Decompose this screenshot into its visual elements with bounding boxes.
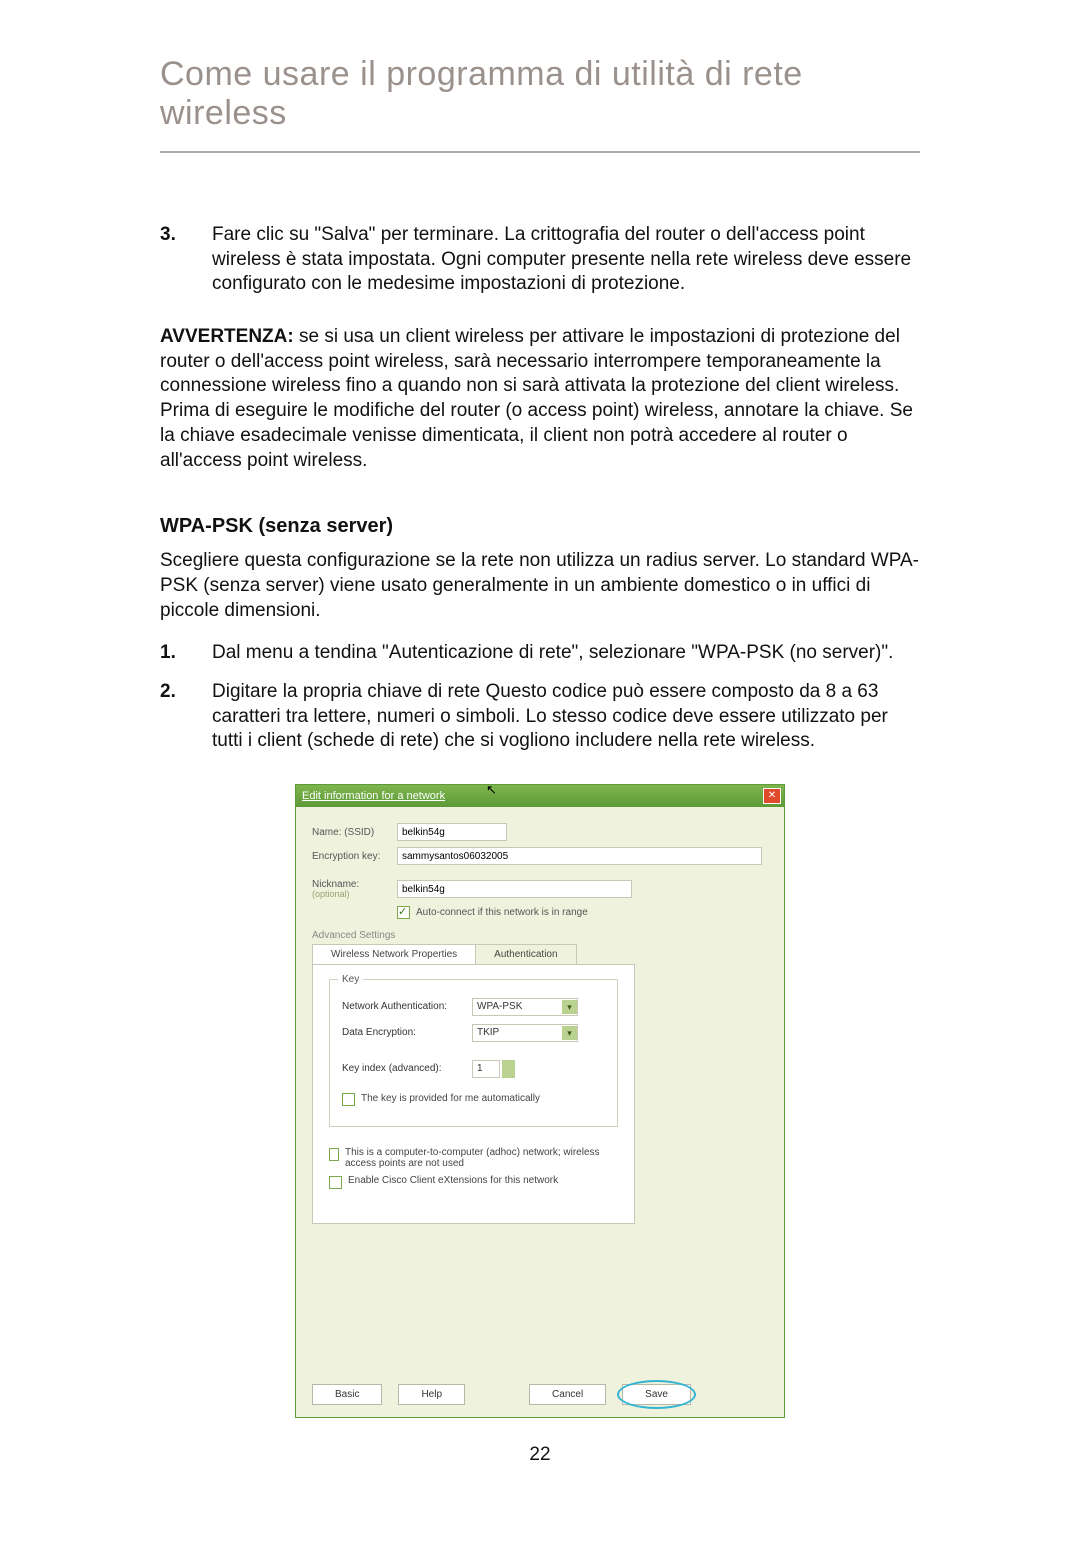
close-button[interactable]: ✕ [763,788,781,804]
cancel-button[interactable]: Cancel [529,1384,606,1405]
network-auth-label: Network Authentication: [342,1000,472,1013]
key-auto-label: The key is provided for me automatically [361,1092,540,1105]
dialog-title: Edit information for a network [302,789,445,803]
wpa-step-1-text: Dal menu a tendina "Autenticazione di re… [212,641,920,666]
nickname-input[interactable]: belkin54g [397,880,632,898]
auto-connect-label: Auto-connect if this network is in range [416,906,588,919]
wpa-step-num-2: 2. [160,680,212,754]
page-number: 22 [160,1443,920,1468]
warning-label: AVVERTENZA: [160,326,294,347]
save-button[interactable]: Save [622,1384,691,1405]
adhoc-checkbox[interactable] [329,1148,339,1161]
dialog-titlebar: Edit information for a network ↖ ✕ [296,785,784,807]
page-title: Come usare il programma di utilità di re… [160,55,920,133]
encryption-key-input[interactable]: sammysantos06032005 [397,847,762,865]
network-auth-value: WPA-PSK [477,1000,522,1013]
step-list-top: 3. Fare clic su "Salva" per terminare. L… [160,223,920,297]
data-encryption-value: TKIP [477,1026,499,1039]
ssid-label: Name: (SSID) [312,826,397,839]
basic-button[interactable]: Basic [312,1384,382,1405]
wpa-intro: Scegliere questa configurazione se la re… [160,549,920,623]
network-auth-select[interactable]: WPA-PSK ▾ [472,998,578,1016]
wpa-psk-heading: WPA-PSK (senza server) [160,513,920,539]
warning-paragraph: AVVERTENZA: se si usa un client wireless… [160,325,920,473]
step-num-3: 3. [160,223,212,297]
key-index-label: Key index (advanced): [342,1062,472,1075]
dialog-window: Edit information for a network ↖ ✕ Name:… [295,784,785,1418]
wpa-step-list: 1. Dal menu a tendina "Autenticazione di… [160,641,920,754]
auto-connect-checkbox[interactable] [397,906,410,919]
data-encryption-label: Data Encryption: [342,1026,472,1039]
tab-panel-properties: Key Network Authentication: WPA-PSK ▾ Da… [312,964,635,1224]
nickname-optional: (optional) [312,890,397,900]
dropdown-icon: ▾ [562,1000,577,1014]
encryption-key-label: Encryption key: [312,850,397,863]
help-button[interactable]: Help [398,1384,465,1405]
wpa-step-num-1: 1. [160,641,212,666]
tab-wireless-properties[interactable]: Wireless Network Properties [312,944,476,964]
key-auto-checkbox [342,1093,355,1106]
tab-authentication[interactable]: Authentication [475,944,576,964]
key-group-label: Key [338,973,363,986]
nickname-label: Nickname: (optional) [312,879,397,900]
stepper-buttons[interactable] [502,1060,515,1078]
advanced-settings-label: Advanced Settings [312,929,768,942]
cisco-checkbox[interactable] [329,1176,342,1189]
warning-text: se si usa un client wireless per attivar… [160,326,913,470]
step-3-text: Fare clic su "Salva" per terminare. La c… [212,223,920,297]
ssid-input[interactable]: belkin54g [397,823,507,841]
dropdown-icon: ▾ [562,1026,577,1040]
key-index-stepper[interactable]: 1 [472,1060,500,1078]
adhoc-label: This is a computer-to-computer (adhoc) n… [345,1147,618,1169]
wpa-step-2-text: Digitare la propria chiave di rete Quest… [212,680,920,754]
cisco-label: Enable Cisco Client eXtensions for this … [348,1175,558,1186]
data-encryption-select[interactable]: TKIP ▾ [472,1024,578,1042]
cursor-icon: ↖ [486,782,497,799]
